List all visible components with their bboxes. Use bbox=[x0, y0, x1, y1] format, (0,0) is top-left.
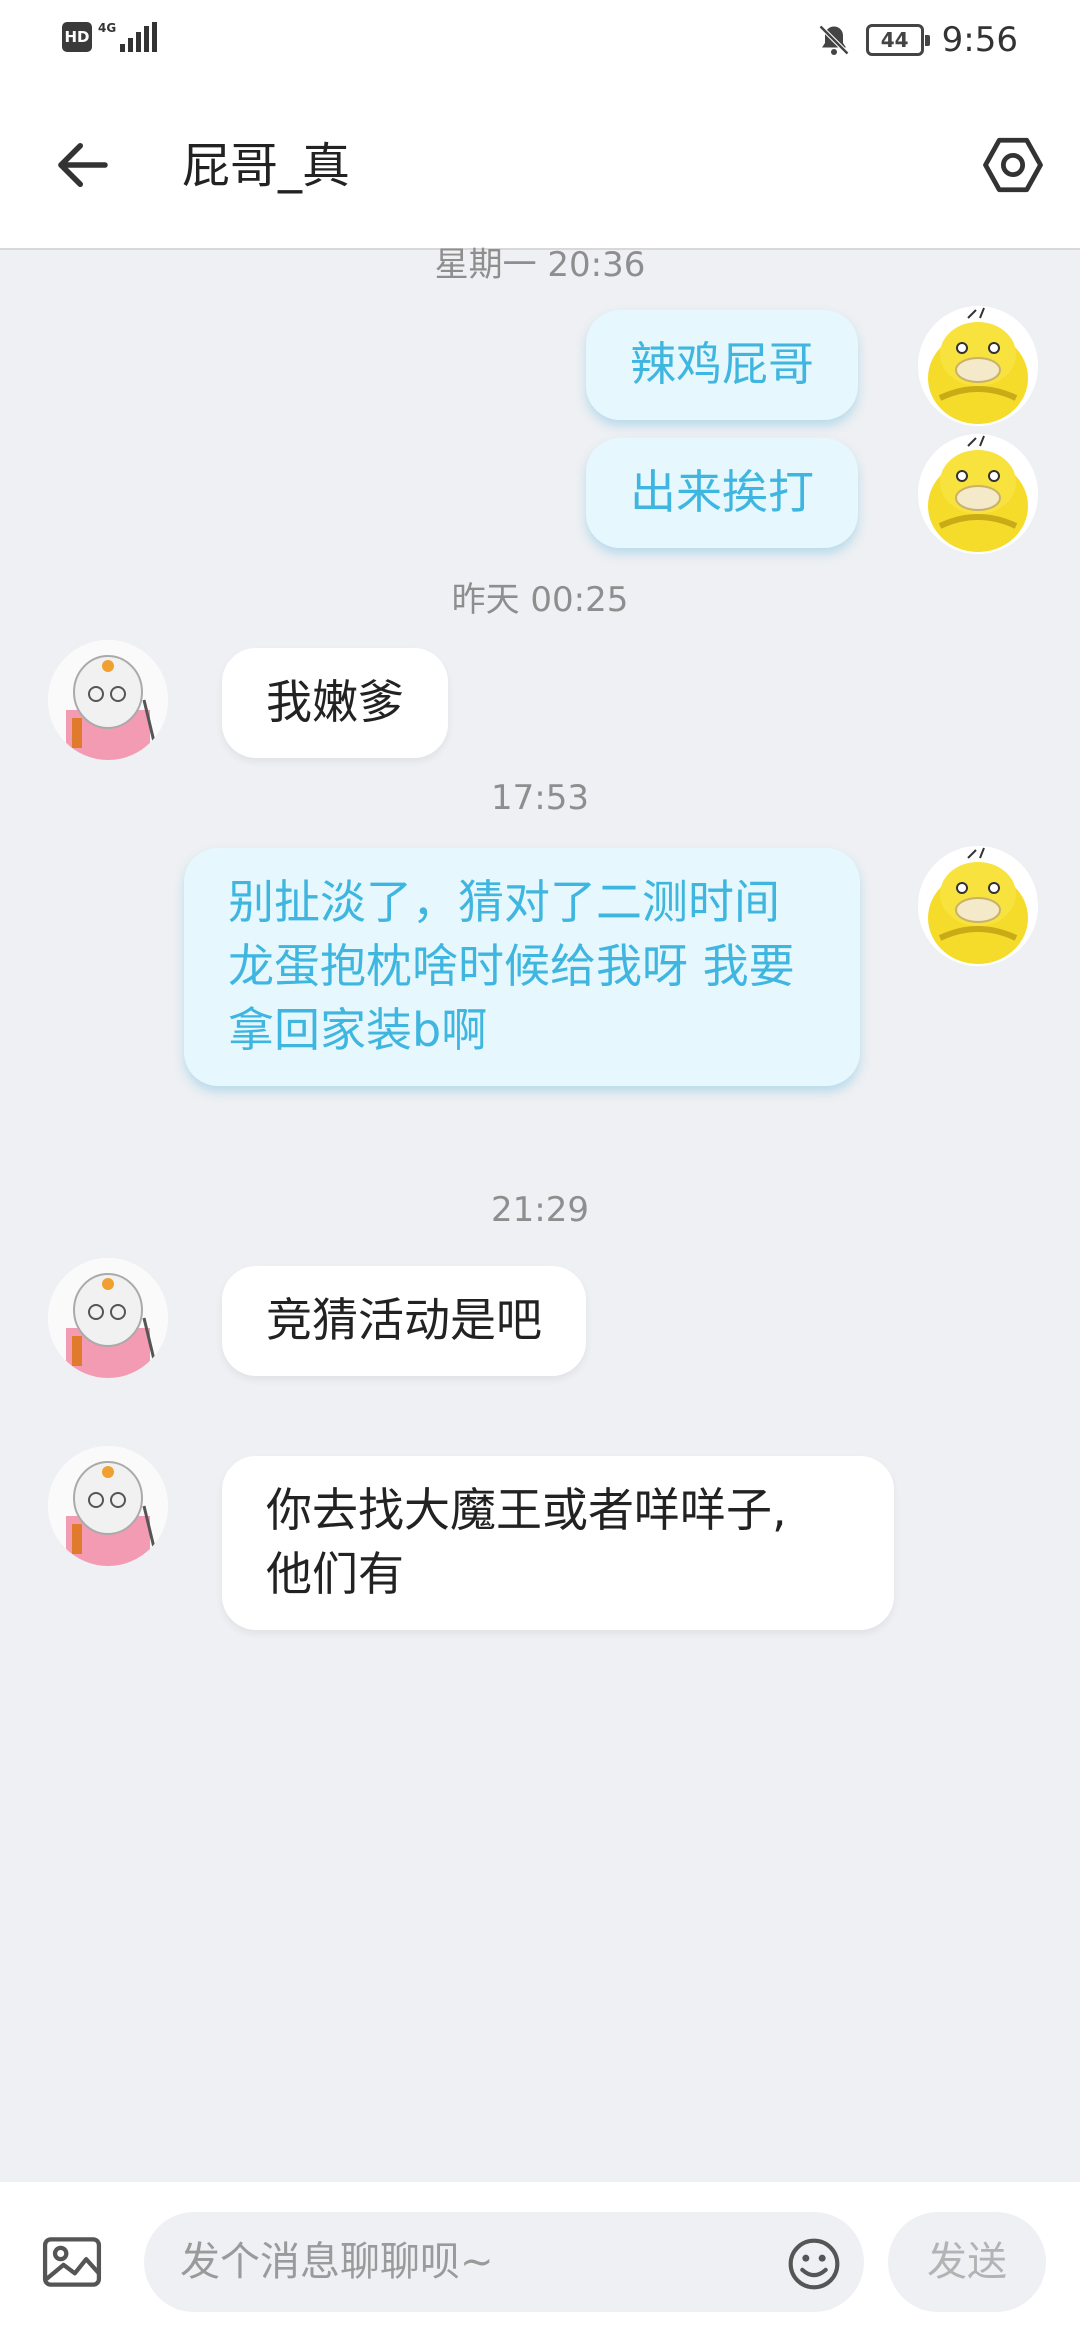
message-line: 别扯淡了，猜对了二测时间 bbox=[228, 875, 780, 929]
message-timestamp: 星期一 20:36 bbox=[434, 245, 646, 285]
emoji-icon[interactable] bbox=[786, 2236, 842, 2292]
incoming-message-bubble[interactable]: 竞猜活动是吧 bbox=[222, 1266, 586, 1376]
anime-girl-avatar-icon bbox=[48, 1258, 168, 1378]
outgoing-message-bubble[interactable]: 出来挨打 bbox=[586, 438, 858, 548]
status-time: 9:56 bbox=[941, 20, 1018, 60]
yellow-duck-avatar-icon bbox=[918, 434, 1038, 554]
status-left: HD 4G bbox=[62, 22, 160, 52]
my-avatar[interactable] bbox=[918, 434, 1038, 554]
yellow-duck-avatar-icon bbox=[918, 306, 1038, 426]
message-timestamp: 昨天 00:25 bbox=[451, 580, 629, 620]
message-line: 拿回家装b啊 bbox=[228, 1003, 488, 1057]
contact-avatar[interactable] bbox=[48, 1446, 168, 1566]
outgoing-message-bubble[interactable]: 辣鸡屁哥 bbox=[586, 310, 858, 420]
my-avatar[interactable] bbox=[918, 846, 1038, 966]
chat-header: 屁哥_真 bbox=[0, 80, 1080, 250]
anime-girl-avatar-icon bbox=[48, 1446, 168, 1566]
hexagon-settings-icon[interactable] bbox=[980, 132, 1046, 198]
incoming-message-bubble[interactable]: 我嫩爹 bbox=[222, 648, 448, 758]
message-line: 龙蛋抱枕啥时候给我呀 我要 bbox=[228, 939, 795, 993]
bell-off-icon bbox=[818, 24, 849, 56]
message-list[interactable]: 星期一 20:36 辣鸡屁哥 出来挨打 昨天 00:25 我嫩爹 17:53 别… bbox=[0, 245, 1080, 2182]
message-input[interactable] bbox=[144, 2212, 864, 2312]
arrow-left-icon[interactable] bbox=[50, 132, 116, 198]
network-type: 4G bbox=[98, 21, 117, 35]
chat-title: 屁哥_真 bbox=[182, 138, 351, 194]
status-right: 44 9:56 bbox=[816, 20, 1018, 60]
battery-icon: 44 bbox=[865, 24, 930, 56]
incoming-message-bubble[interactable]: 你去找大魔王或者咩咩子, 他们有 bbox=[222, 1456, 894, 1630]
outgoing-message-bubble[interactable]: 别扯淡了，猜对了二测时间 龙蛋抱枕啥时候给我呀 我要 拿回家装b啊 bbox=[184, 848, 860, 1086]
message-timestamp: 21:29 bbox=[491, 1190, 589, 1230]
yellow-duck-avatar-icon bbox=[918, 846, 1038, 966]
send-button[interactable]: 发送 bbox=[888, 2212, 1046, 2312]
my-avatar[interactable] bbox=[918, 306, 1038, 426]
message-line: 你去找大魔王或者咩咩子, bbox=[266, 1483, 787, 1537]
status-bar: HD 4G 44 9:56 bbox=[0, 0, 1080, 80]
contact-avatar[interactable] bbox=[48, 1258, 168, 1378]
signal-icon bbox=[120, 22, 160, 52]
message-timestamp: 17:53 bbox=[491, 778, 589, 818]
image-icon[interactable] bbox=[38, 2228, 106, 2296]
anime-girl-avatar-icon bbox=[48, 640, 168, 760]
hd-badge: HD bbox=[62, 22, 92, 52]
contact-avatar[interactable] bbox=[48, 640, 168, 760]
message-line: 他们有 bbox=[266, 1547, 404, 1601]
message-input-bar: 发送 bbox=[0, 2182, 1080, 2340]
